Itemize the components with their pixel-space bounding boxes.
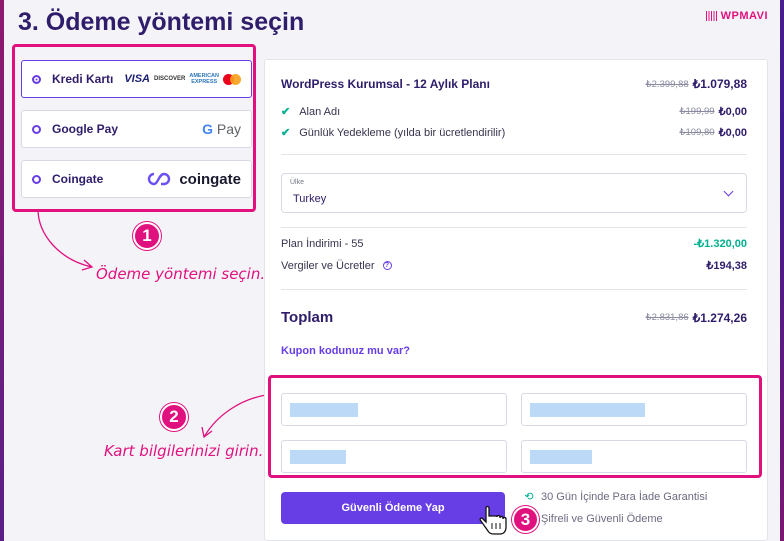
feature-label: Günlük Yedekleme (yılda bir ücretlendiri… — [299, 126, 506, 139]
divider — [281, 154, 747, 155]
coingate-icon — [148, 172, 171, 186]
guarantee-text: Şifreli ve Güvenli Ödeme — [541, 512, 663, 525]
radio-icon[interactable] — [32, 124, 41, 134]
divider — [281, 227, 747, 228]
tax-value: ₺194,38 — [706, 260, 747, 272]
amex-line2: EXPRESS — [191, 79, 218, 85]
feature-old-price: ₺109,80 — [679, 127, 715, 138]
chevron-down-icon[interactable] — [723, 186, 734, 197]
payment-methods-highlight: Kredi Kartı VISA DISCOVER AMERICAN EXPRES… — [12, 44, 256, 212]
amex-logo: AMERICAN EXPRESS — [189, 73, 219, 85]
refund-clock-icon: ⟲ — [524, 491, 534, 503]
gpay-text: Pay — [216, 121, 241, 137]
annotation-arrow-2-icon — [201, 394, 267, 439]
total-price: ₺1.274,26 — [692, 310, 747, 325]
radio-selected-icon[interactable] — [32, 74, 41, 84]
total-label: Toplam — [281, 309, 334, 326]
field-placeholder-blur — [290, 403, 358, 417]
guarantee-text: 30 Gün İçinde Para İade Garantisi — [541, 490, 708, 503]
annotation-arrow-1-icon — [37, 208, 94, 271]
plan-old-price: ₺2.399,88 — [645, 78, 689, 90]
discover-logo: DISCOVER — [154, 76, 186, 82]
feature-price: ₺0,00 — [718, 106, 747, 118]
feature-label: Alan Adı — [299, 105, 341, 118]
annotation-number-2: 2 — [160, 403, 188, 431]
plan-row: WordPress Kurumsal - 12 Aylık Planı ₺2.3… — [281, 77, 747, 91]
field-placeholder-blur — [530, 403, 645, 417]
feature-item: ✔ Günlük Yedekleme (yılda bir ücretlendir… — [281, 126, 679, 140]
plan-name: WordPress Kurumsal - 12 Aylık Planı — [281, 77, 490, 91]
check-icon: ✔ — [281, 106, 291, 118]
brand-logo: WPMAVI — [705, 10, 768, 22]
total-old-price: ₺2.831,86 — [645, 312, 689, 323]
discount-row: Plan İndirimi - 55 -₺1.320,00 — [281, 237, 747, 251]
feature-old-price: ₺199,99 — [679, 106, 715, 117]
card-expiry-field[interactable] — [281, 440, 507, 473]
card-logos: VISA DISCOVER AMERICAN EXPRESS — [124, 73, 241, 85]
country-select[interactable]: Ülke Turkey — [281, 173, 747, 213]
payment-method-credit-card[interactable]: Kredi Kartı VISA DISCOVER AMERICAN EXPRES… — [21, 60, 252, 98]
annotation-text-2: Kart bilgilerinizi girin. — [104, 442, 264, 460]
radio-icon[interactable] — [32, 174, 41, 184]
guarantee-item: ⟲ 30 Gün İçinde Para İade Garantisi — [523, 490, 708, 504]
card-cvc-field[interactable] — [521, 440, 747, 473]
tax-label-wrap: Vergiler ve Ücretler? — [281, 260, 706, 272]
page-title: 3. Ödeme yöntemi seçin — [18, 8, 305, 36]
hand-cursor-icon — [479, 505, 507, 535]
tax-label: Vergiler ve Ücretler — [281, 259, 375, 272]
divider — [281, 289, 747, 290]
payment-method-google-pay[interactable]: Google Pay G Pay — [21, 110, 252, 148]
card-number-field[interactable] — [281, 393, 507, 426]
annotation-number-3: 3 — [512, 506, 539, 533]
country-value: Turkey — [293, 193, 327, 205]
guarantee-item: 🔒 Şifreli ve Güvenli Ödeme — [523, 512, 663, 526]
feature-row: ✔ Alan Adı ₺199,99 ₺0,00 — [281, 105, 747, 119]
payment-method-label: Kredi Kartı — [52, 72, 114, 86]
coingate-logo: coingate — [145, 171, 241, 188]
info-icon[interactable]: ? — [382, 261, 392, 270]
google-pay-logo: G Pay — [202, 121, 241, 137]
check-icon: ✔ — [281, 127, 291, 139]
field-placeholder-blur — [530, 450, 592, 464]
feature-item: ✔ Alan Adı — [281, 105, 679, 119]
field-placeholder-blur — [290, 450, 346, 464]
payment-method-label: Google Pay — [52, 122, 119, 136]
annotation-number-1: 1 — [133, 222, 161, 250]
visa-logo: VISA — [124, 73, 151, 85]
feature-row: ✔ Günlük Yedekleme (yılda bir ücretlendir… — [281, 126, 747, 140]
mastercard-logo — [223, 73, 241, 85]
total-row: Toplam ₺2.831,86 ₺1.274,26 — [281, 309, 747, 326]
plan-price: ₺1.079,88 — [692, 77, 747, 91]
payment-method-label: Coingate — [52, 172, 104, 186]
payment-method-coingate[interactable]: Coingate coingate — [21, 160, 252, 198]
google-g-icon: G — [202, 121, 213, 137]
brand-logo-text: WPMAVI — [720, 10, 768, 22]
coupon-link[interactable]: Kupon kodunuz mu var? — [281, 345, 410, 357]
annotation-text-1: Ödeme yöntemi seçin. — [96, 265, 266, 283]
brand-bars-icon — [705, 11, 718, 21]
card-holder-field[interactable] — [521, 393, 747, 426]
country-label: Ülke — [290, 179, 305, 186]
coingate-logo-text: coingate — [179, 170, 241, 188]
secure-pay-button[interactable]: Güvenli Ödeme Yap — [281, 492, 505, 524]
feature-price: ₺0,00 — [718, 127, 747, 139]
discount-value: -₺1.320,00 — [693, 238, 747, 250]
tax-row: Vergiler ve Ücretler? ₺194,38 — [281, 259, 747, 273]
discount-label: Plan İndirimi - 55 — [281, 237, 364, 250]
